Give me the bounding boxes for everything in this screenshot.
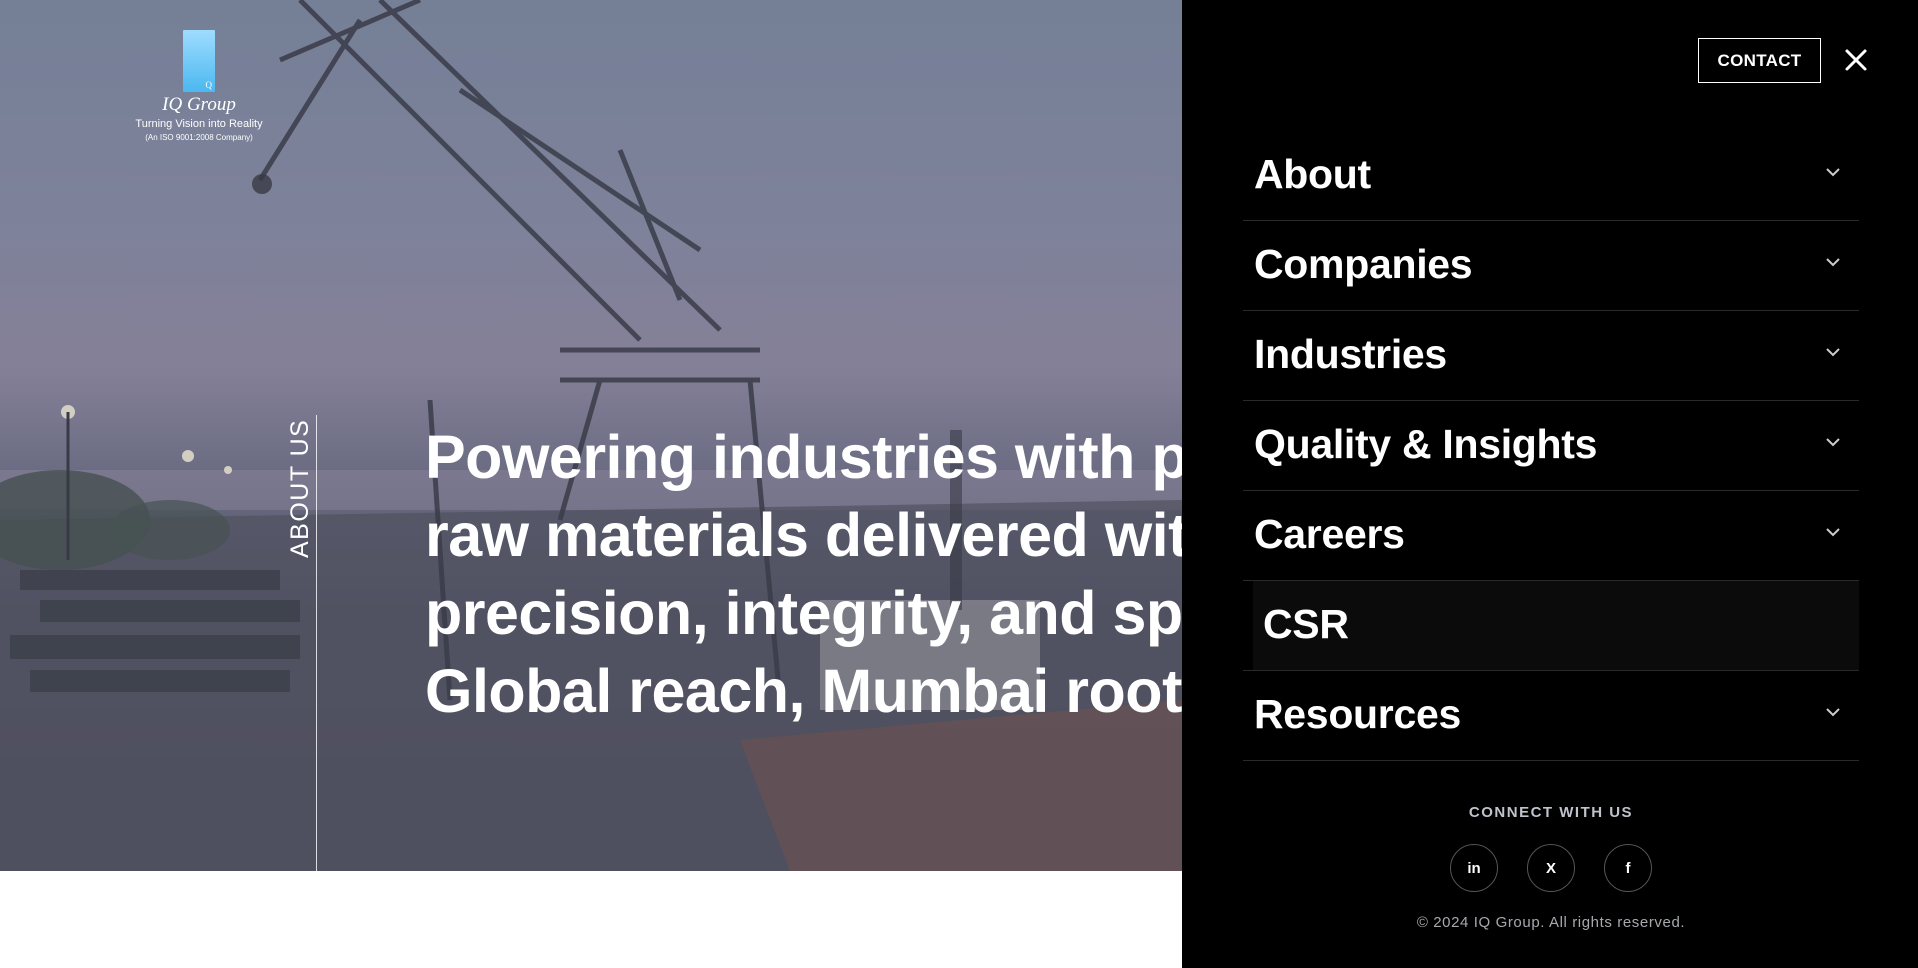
linkedin-icon[interactable]: in bbox=[1450, 844, 1498, 892]
section-divider bbox=[316, 415, 317, 871]
connect-heading: CONNECT WITH US bbox=[1468, 804, 1634, 821]
chevron-down-icon bbox=[1826, 528, 1840, 537]
logo[interactable]: Q IQ Group Turning Vision into Reality (… bbox=[134, 30, 264, 142]
menu-item-careers[interactable]: Careers bbox=[1243, 491, 1859, 581]
menu-item-label: About bbox=[1254, 151, 1371, 197]
menu-item-about[interactable]: About bbox=[1243, 131, 1859, 221]
menu-item-industries[interactable]: Industries bbox=[1243, 311, 1859, 401]
menu-item-companies[interactable]: Companies bbox=[1243, 221, 1859, 311]
headline-line: precision, integrity, and spe bbox=[425, 579, 1182, 647]
chevron-down-icon bbox=[1826, 438, 1840, 447]
headline-line: Powering industries with pr bbox=[425, 423, 1182, 491]
logo-tagline: Turning Vision into Reality bbox=[135, 118, 263, 130]
menu-item-label: Resources bbox=[1254, 691, 1461, 737]
facebook-icon[interactable]: f bbox=[1604, 844, 1652, 892]
chevron-down-icon bbox=[1826, 258, 1840, 267]
menu-item-label: Quality & Insights bbox=[1254, 421, 1598, 467]
logo-iso: (An ISO 9001:2008 Company) bbox=[145, 133, 253, 142]
menu-item-resources[interactable]: Resources bbox=[1243, 671, 1859, 761]
menu-item-label: Companies bbox=[1254, 241, 1473, 287]
chevron-down-icon bbox=[1826, 348, 1840, 357]
chevron-down-icon bbox=[1826, 168, 1840, 177]
headline-line: raw materials delivered wit bbox=[425, 501, 1182, 569]
menu-item-label: Careers bbox=[1254, 511, 1405, 557]
menu-item-label: CSR bbox=[1263, 601, 1349, 647]
hero-section: Q IQ Group Turning Vision into Reality (… bbox=[0, 0, 1182, 871]
copyright: © 2024 IQ Group. All rights reserved. bbox=[1416, 914, 1686, 931]
logo-mark-icon: Q bbox=[183, 30, 215, 92]
menu-item-csr[interactable]: CSR bbox=[1243, 581, 1859, 671]
menu-item-label: Industries bbox=[1254, 331, 1447, 377]
hero-headline: Powering industries with pr raw material… bbox=[425, 418, 1182, 730]
x-icon[interactable]: X bbox=[1527, 844, 1575, 892]
main-menu: About Companies Industries Quality & Ins… bbox=[1243, 131, 1859, 761]
menu-item-quality-insights[interactable]: Quality & Insights bbox=[1243, 401, 1859, 491]
contact-button[interactable]: CONTACT bbox=[1698, 38, 1821, 83]
logo-name: IQ Group bbox=[162, 94, 236, 115]
section-label: ABOUT US bbox=[286, 418, 314, 558]
logo-mark-letter: Q bbox=[205, 80, 213, 90]
close-icon[interactable] bbox=[1842, 46, 1870, 74]
social-links: in X f bbox=[1450, 844, 1652, 894]
chevron-down-icon bbox=[1826, 708, 1840, 717]
headline-line: Global reach, Mumbai roots bbox=[425, 657, 1182, 725]
